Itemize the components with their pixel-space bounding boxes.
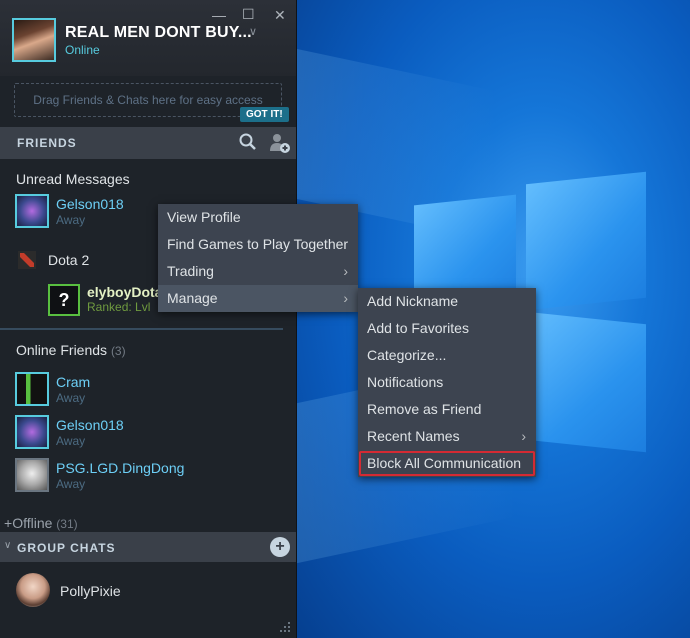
user-status: Online [65,43,100,57]
menu-item-trading[interactable]: Trading › [158,258,358,285]
username[interactable]: REAL MEN DONT BUY... [65,24,252,42]
dota2-icon [18,251,36,269]
steam-friends-window: REAL MEN DONT BUY... Online ∨ — ☐ ✕ Drag… [0,0,297,638]
maximize-icon[interactable]: ☐ [242,6,255,23]
friend-status: Away [56,213,86,227]
menu-item-manage[interactable]: Manage › [158,285,358,312]
windows-logo-pane [526,311,646,453]
menu-item-remove-friend[interactable]: Remove as Friend [358,396,536,423]
menu-item-add-favorites[interactable]: Add to Favorites [358,315,536,342]
chevron-right-icon: › [343,290,348,306]
friend-avatar [15,372,49,406]
group-chats-title: GROUP CHATS [17,541,116,555]
menu-item-add-nickname[interactable]: Add Nickname [358,288,536,315]
group-chat-item[interactable]: PollyPixie [0,568,296,612]
group-avatar [16,573,50,607]
friend-rich-presence: Ranked: Lvl [87,300,151,314]
friend-name: Gelson018 [56,196,124,212]
menu-item-find-games[interactable]: Find Games to Play Together [158,231,358,258]
friend-name: Cram [56,374,91,390]
section-divider [0,328,283,330]
chevron-right-icon: › [521,428,526,444]
friend-name: PSG.LGD.DingDong [56,460,185,476]
friend-avatar[interactable]: ? [48,284,80,316]
offline-section-header[interactable]: +Offline (31) [4,515,78,531]
friend-avatar [15,194,49,228]
menu-item-notifications[interactable]: Notifications [358,369,536,396]
menu-item-block-all-communication[interactable]: Block All Communication [358,450,536,477]
friends-title: FRIENDS [17,136,77,150]
profile-header: REAL MEN DONT BUY... Online ∨ — ☐ ✕ [0,0,296,76]
friend-avatar [15,458,49,492]
chevron-down-icon[interactable]: ∨ [249,25,257,38]
drop-zone-text: Drag Friends & Chats here for easy acces… [33,93,263,107]
got-it-button[interactable]: GOT IT! [240,107,289,122]
unread-messages-title: Unread Messages [16,171,130,187]
friend-row-gelson018[interactable]: Gelson018 Away [0,413,296,457]
windows-logo-pane [526,171,646,311]
resize-grip-icon[interactable] [278,620,292,634]
menu-item-view-profile[interactable]: View Profile [158,204,358,231]
group-chat-name: PollyPixie [60,583,121,599]
friend-context-menu: View Profile Find Games to Play Together… [158,204,358,312]
friend-status: Away [56,434,86,448]
add-friend-icon[interactable] [268,131,292,155]
online-friends-title: Online Friends (3) [16,342,126,358]
chevron-down-icon[interactable]: ∨ [4,540,11,551]
friend-status: Away [56,391,86,405]
close-icon[interactable]: ✕ [274,7,286,24]
manage-submenu: Add Nickname Add to Favorites Categorize… [358,288,536,477]
group-chats-bar[interactable]: ∨ GROUP CHATS + [0,532,296,562]
menu-item-recent-names[interactable]: Recent Names › [358,423,536,450]
friend-status: Away [56,477,86,491]
user-avatar[interactable] [12,18,56,62]
friend-name: Gelson018 [56,417,124,433]
online-friends-count: (3) [110,344,126,358]
friend-row-dingdong[interactable]: PSG.LGD.DingDong Away [0,456,296,500]
menu-item-categorize[interactable]: Categorize... [358,342,536,369]
search-icon[interactable] [238,132,258,152]
add-group-chat-icon[interactable]: + [270,537,290,557]
game-group-label: Dota 2 [48,252,90,268]
friend-name[interactable]: elyboyDota [87,284,162,300]
friends-header-bar: FRIENDS [0,127,296,159]
chevron-right-icon: › [343,263,348,279]
friend-avatar [15,415,49,449]
offline-count: (31) [56,517,78,531]
minimize-icon[interactable]: — [212,7,226,23]
friend-row-cram[interactable]: Cram Away [0,370,296,414]
expand-icon: + [4,515,13,531]
